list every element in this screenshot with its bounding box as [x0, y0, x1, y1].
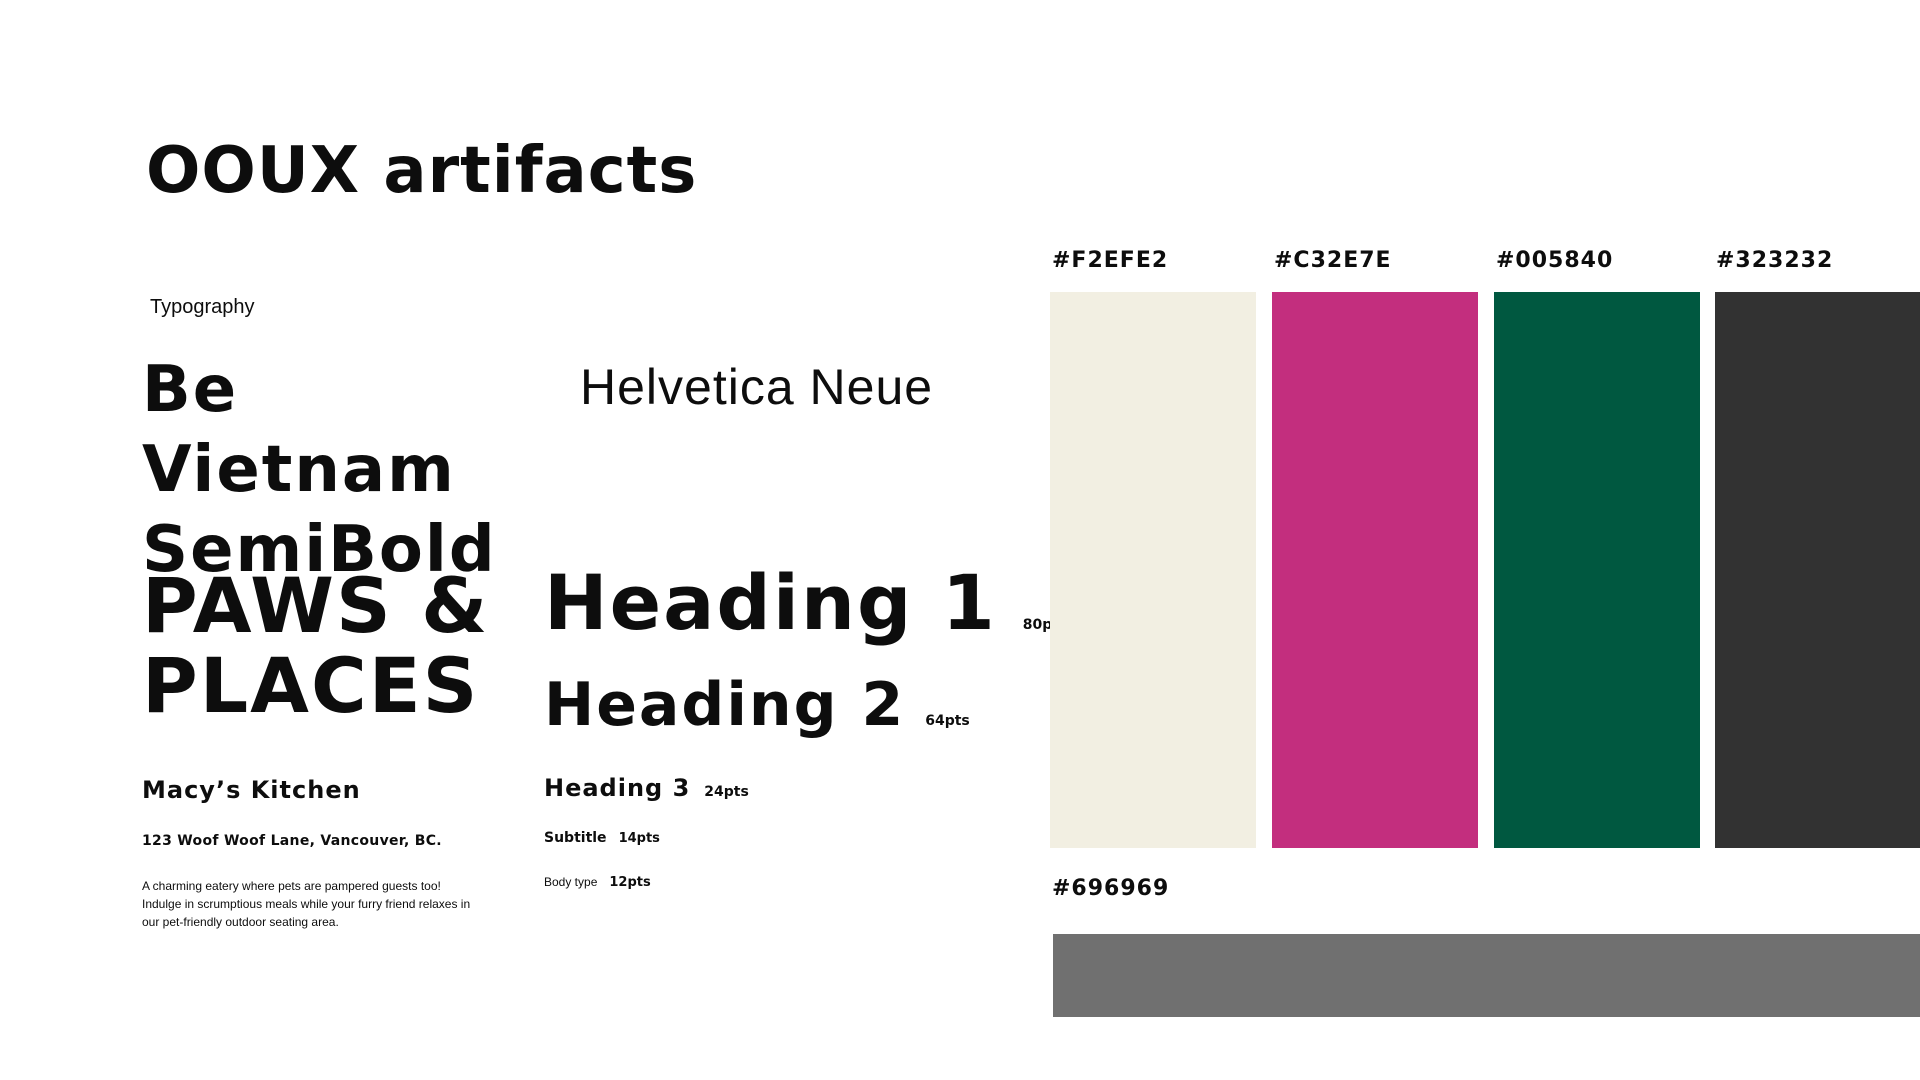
type-size-label: 64pts — [925, 713, 970, 729]
color-swatch-label: #F2EFE2 — [1052, 248, 1169, 273]
type-scale-heading-3: Heading 3 24pts — [544, 774, 749, 802]
color-swatch-gray — [1053, 934, 1920, 1017]
typography-section-label: Typography — [150, 296, 255, 318]
brand-name: PAWS & PLACES — [142, 561, 490, 730]
color-swatch-label: #323232 — [1716, 248, 1834, 273]
color-swatch-charcoal — [1715, 292, 1920, 848]
restaurant-name: Macy’s Kitchen — [142, 776, 361, 804]
type-sample: Heading 2 — [544, 670, 906, 740]
color-swatch-label: #696969 — [1052, 876, 1170, 901]
secondary-font-name: Helvetica Neue — [580, 359, 934, 415]
type-scale-subtitle: Subtitle 14pts — [544, 830, 660, 846]
type-sample: Heading 1 — [544, 558, 997, 647]
type-scale-heading-1: Heading 1 80pts — [544, 565, 1067, 641]
type-scale-body: Body type 12pts — [544, 875, 651, 890]
type-size-label: 14pts — [618, 831, 660, 846]
type-size-label: 24pts — [704, 784, 749, 800]
type-sample: Body type — [544, 875, 598, 889]
type-size-label: 12pts — [609, 875, 651, 890]
style-guide-canvas: OOUX artifacts Typography Be Vietnam Sem… — [0, 0, 1920, 1080]
page-title: OOUX artifacts — [146, 134, 698, 208]
color-swatch-label: #005840 — [1496, 248, 1614, 273]
restaurant-description: A charming eatery where pets are pampere… — [142, 879, 471, 929]
restaurant-address: 123 Woof Woof Lane, Vancouver, BC. — [142, 833, 442, 849]
type-scale-heading-2: Heading 2 64pts — [544, 675, 970, 735]
color-swatch-green — [1494, 292, 1700, 848]
color-swatch-label: #C32E7E — [1274, 248, 1392, 273]
type-sample: Heading 3 — [544, 774, 691, 802]
color-swatch-magenta — [1272, 292, 1478, 848]
primary-font-name: Be Vietnam SemiBold — [142, 353, 497, 587]
type-sample: Subtitle — [544, 830, 607, 846]
color-swatch-cream — [1050, 292, 1256, 848]
